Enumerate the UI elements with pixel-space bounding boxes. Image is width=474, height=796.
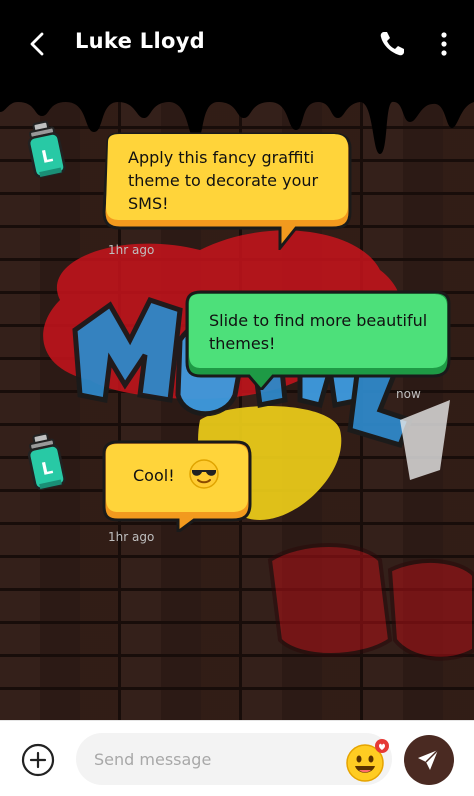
more-options-icon[interactable] (432, 28, 456, 60)
smiling-face-icon[interactable] (343, 737, 391, 783)
contact-avatar[interactable]: L (22, 120, 72, 182)
message-text: Slide to find more beautiful themes! (209, 309, 427, 355)
send-button[interactable] (404, 735, 454, 785)
sunglasses-emoji-icon (189, 459, 219, 489)
message-line: Slide to find more beautiful (209, 311, 428, 330)
message-timestamp: now (396, 387, 421, 401)
spray-can-icon: L (27, 120, 66, 178)
message-text: Apply this fancy graffiti theme to decor… (128, 146, 318, 215)
message-timestamp: 1hr ago (108, 530, 155, 544)
message-line: SMS! (128, 194, 169, 213)
message-line: theme to decorate your (128, 171, 319, 190)
message-line: Cool! (133, 466, 175, 485)
plus-circle-icon[interactable] (20, 742, 56, 778)
message-bubble-incoming[interactable] (100, 440, 252, 532)
message-line: Apply this fancy graffiti (128, 148, 315, 167)
contact-avatar[interactable]: L (22, 432, 72, 494)
contact-name: Luke Lloyd (75, 29, 206, 53)
spray-can-icon: L (27, 432, 66, 490)
back-arrow-icon[interactable] (22, 28, 54, 60)
conversation-header: Luke Lloyd (0, 0, 474, 90)
paper-plane-icon (418, 749, 439, 770)
message-line: themes! (209, 334, 276, 353)
phone-call-icon[interactable] (376, 28, 408, 60)
message-timestamp: 1hr ago (108, 243, 155, 257)
message-text: Cool! (133, 464, 175, 487)
compose-bar (0, 720, 474, 796)
